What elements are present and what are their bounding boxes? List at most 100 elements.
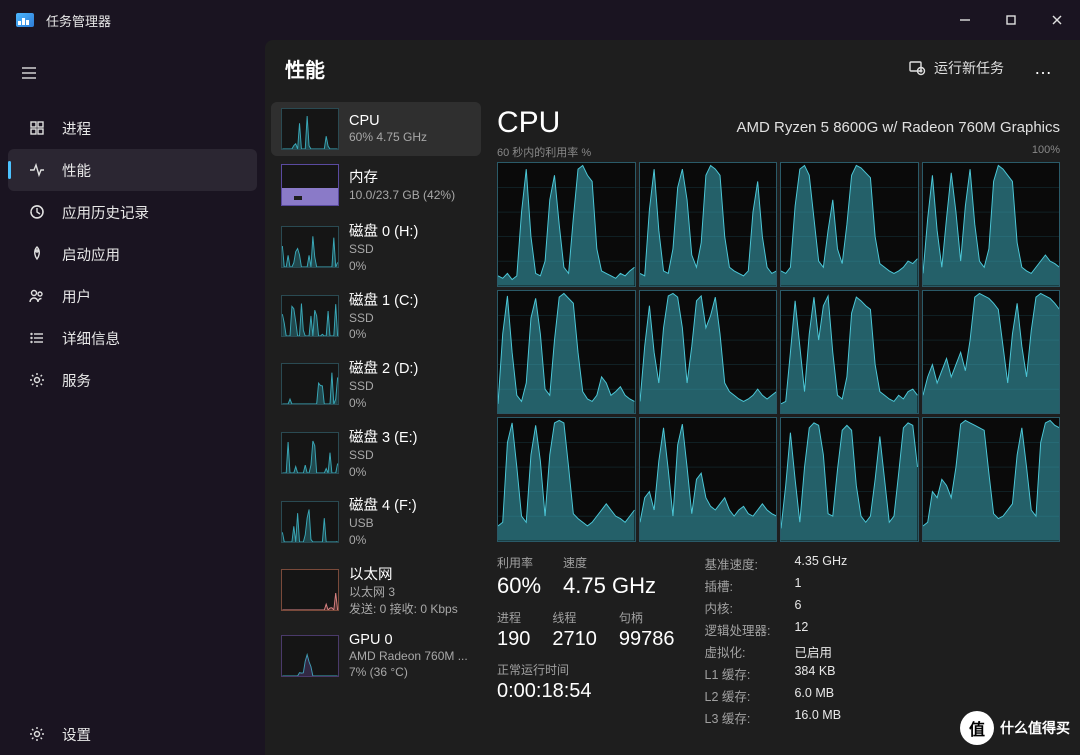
perf-item[interactable]: 磁盘 1 (C:)SSD0% bbox=[271, 283, 481, 350]
nav-settings-label: 设置 bbox=[62, 724, 91, 745]
perf-item[interactable]: 内存10.0/23.7 GB (42%) bbox=[271, 158, 481, 212]
cpu-specs: 基准速度:4.35 GHz插槽:1内核:6逻辑处理器:12虚拟化:已启用L1 缓… bbox=[705, 554, 848, 727]
spec-key: L2 缓存: bbox=[705, 686, 771, 705]
nav-settings[interactable]: 设置 bbox=[8, 713, 257, 755]
perf-title: CPU bbox=[349, 113, 471, 129]
more-button[interactable]: … bbox=[1026, 54, 1060, 83]
perf-sub1: SSD bbox=[349, 241, 471, 258]
nav-item-startup[interactable]: 启动应用 bbox=[8, 233, 257, 275]
proc-label: 进程 bbox=[497, 609, 530, 626]
spec-value: 16.0 MB bbox=[794, 708, 847, 727]
speed-label: 速度 bbox=[563, 554, 656, 571]
nav-item-list[interactable]: 详细信息 bbox=[8, 317, 257, 359]
thread-value: 2710 bbox=[552, 628, 597, 651]
perf-sub2: 7% (36 °C) bbox=[349, 664, 471, 681]
nav-item-label: 用户 bbox=[62, 286, 91, 307]
spec-key: 基准速度: bbox=[705, 554, 771, 573]
perf-sub2: 0% bbox=[349, 258, 471, 275]
activity-icon bbox=[28, 161, 46, 179]
handle-label: 句柄 bbox=[619, 609, 675, 626]
axis-right-label: 100% bbox=[1032, 144, 1060, 160]
core-chart-7 bbox=[922, 290, 1061, 415]
core-chart-8 bbox=[497, 417, 636, 542]
run-task-label: 运行新任务 bbox=[934, 58, 1004, 78]
mini-chart bbox=[281, 432, 339, 474]
perf-sub1: 以太网 3 bbox=[349, 584, 471, 601]
perf-item[interactable]: 磁盘 0 (H:)SSD0% bbox=[271, 214, 481, 281]
mini-chart bbox=[281, 164, 339, 206]
core-chart-4 bbox=[497, 290, 636, 415]
run-task-icon bbox=[908, 59, 926, 77]
detail-title: CPU bbox=[497, 106, 560, 140]
perf-item[interactable]: 磁盘 4 (F:)USB0% bbox=[271, 488, 481, 555]
perf-sub2: 0% bbox=[349, 395, 471, 412]
axis-left-label: 60 秒内的利用率 % bbox=[497, 144, 591, 160]
speed-value: 4.75 GHz bbox=[563, 573, 656, 599]
spec-key: 插槽: bbox=[705, 576, 771, 595]
close-button[interactable] bbox=[1034, 0, 1080, 40]
perf-title: GPU 0 bbox=[349, 632, 471, 648]
spec-value: 已启用 bbox=[794, 642, 847, 661]
spec-value: 4.35 GHz bbox=[794, 554, 847, 573]
core-chart-grid bbox=[497, 162, 1060, 542]
uptime-label: 正常运行时间 bbox=[497, 661, 675, 678]
perf-sub2: 0% bbox=[349, 532, 471, 549]
core-chart-0 bbox=[497, 162, 636, 287]
startup-icon bbox=[28, 245, 46, 263]
nav-item-label: 应用历史记录 bbox=[62, 202, 149, 223]
perf-item[interactable]: 磁盘 3 (E:)SSD0% bbox=[271, 420, 481, 487]
core-chart-2 bbox=[780, 162, 919, 287]
perf-title: 磁盘 1 (C:) bbox=[349, 289, 471, 310]
app-icon bbox=[16, 13, 34, 27]
spec-key: L3 缓存: bbox=[705, 708, 771, 727]
perf-sub1: AMD Radeon 760M ... bbox=[349, 648, 471, 665]
nav-sidebar: 进程性能应用历史记录启动应用用户详细信息服务 设置 bbox=[0, 40, 265, 755]
performance-list: CPU60% 4.75 GHz内存10.0/23.7 GB (42%)磁盘 0 … bbox=[265, 96, 487, 755]
nav-item-history[interactable]: 应用历史记录 bbox=[8, 191, 257, 233]
app-title: 任务管理器 bbox=[46, 11, 111, 30]
nav-item-gear[interactable]: 服务 bbox=[8, 359, 257, 401]
perf-sub2: 发送: 0 接收: 0 Kbps bbox=[349, 601, 471, 618]
core-chart-1 bbox=[639, 162, 778, 287]
thread-label: 线程 bbox=[552, 609, 597, 626]
mini-chart bbox=[281, 108, 339, 150]
users-icon bbox=[28, 287, 46, 305]
perf-sub1: 10.0/23.7 GB (42%) bbox=[349, 187, 471, 204]
titlebar: 任务管理器 bbox=[0, 0, 1080, 40]
nav-item-label: 服务 bbox=[62, 370, 91, 391]
perf-title: 内存 bbox=[349, 166, 471, 187]
maximize-button[interactable] bbox=[988, 0, 1034, 40]
nav-item-activity[interactable]: 性能 bbox=[8, 149, 257, 191]
gear-icon bbox=[28, 371, 46, 389]
perf-item[interactable]: CPU60% 4.75 GHz bbox=[271, 102, 481, 156]
perf-sub1: SSD bbox=[349, 447, 471, 464]
spec-value: 6.0 MB bbox=[794, 686, 847, 705]
perf-sub2: 0% bbox=[349, 464, 471, 481]
perf-item[interactable]: 以太网以太网 3发送: 0 接收: 0 Kbps bbox=[271, 557, 481, 624]
perf-item[interactable]: 磁盘 2 (D:)SSD0% bbox=[271, 351, 481, 418]
run-new-task-button[interactable]: 运行新任务 bbox=[898, 52, 1014, 84]
nav-item-label: 启动应用 bbox=[62, 244, 120, 265]
content-header: 性能 运行新任务 … bbox=[265, 40, 1080, 96]
core-chart-5 bbox=[639, 290, 778, 415]
perf-item[interactable]: GPU 0AMD Radeon 760M ...7% (36 °C) bbox=[271, 626, 481, 688]
spec-value: 12 bbox=[794, 620, 847, 639]
nav-item-users[interactable]: 用户 bbox=[8, 275, 257, 317]
cpu-detail-pane: CPU AMD Ryzen 5 8600G w/ Radeon 760M Gra… bbox=[487, 96, 1080, 755]
mini-chart bbox=[281, 295, 339, 337]
spec-key: 内核: bbox=[705, 598, 771, 617]
watermark-text: 什么值得买 bbox=[1000, 718, 1070, 738]
hamburger-button[interactable] bbox=[0, 58, 265, 107]
cpu-stats: 利用率60% 速度4.75 GHz 进程190 线程2710 句柄99786 正… bbox=[497, 554, 1060, 727]
minimize-button[interactable] bbox=[942, 0, 988, 40]
core-chart-9 bbox=[639, 417, 778, 542]
spec-key: 逻辑处理器: bbox=[705, 620, 771, 639]
grid-icon bbox=[28, 119, 46, 137]
perf-title: 以太网 bbox=[349, 563, 471, 584]
proc-value: 190 bbox=[497, 628, 530, 651]
perf-title: 磁盘 3 (E:) bbox=[349, 426, 471, 447]
nav-item-label: 进程 bbox=[62, 118, 91, 139]
perf-sub1: 60% 4.75 GHz bbox=[349, 129, 471, 146]
core-chart-3 bbox=[922, 162, 1061, 287]
nav-item-grid[interactable]: 进程 bbox=[8, 107, 257, 149]
